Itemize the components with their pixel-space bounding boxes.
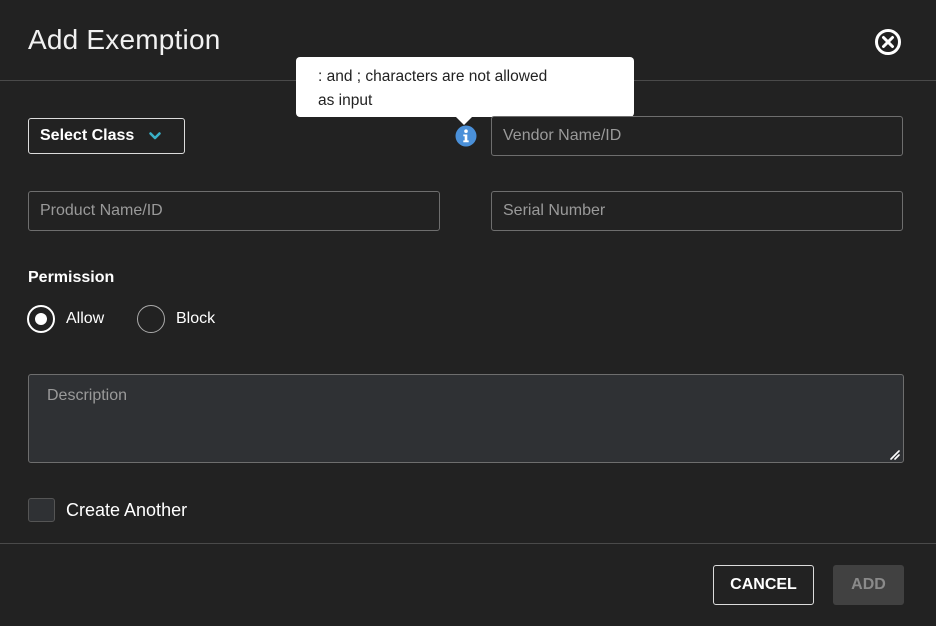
add-button[interactable]: ADD	[833, 565, 904, 605]
close-icon[interactable]	[874, 28, 902, 56]
select-class-dropdown[interactable]: Select Class	[28, 118, 185, 154]
dialog-title: Add Exemption	[28, 24, 221, 55]
description-textarea[interactable]	[28, 374, 904, 463]
product-name-input[interactable]	[28, 191, 440, 231]
create-another-label: Create Another	[66, 499, 188, 520]
chevron-down-icon	[149, 132, 162, 140]
resize-grip-icon[interactable]	[889, 449, 900, 460]
info-tooltip: : and ; characters are not allowed as in…	[296, 57, 634, 125]
permission-allow-radio[interactable]: Allow	[27, 305, 104, 333]
tooltip-line-1: : and ; characters are not allowed	[318, 68, 548, 85]
serial-number-input[interactable]	[491, 191, 903, 231]
tooltip-line-2: as input	[318, 92, 373, 109]
radio-allow-circle[interactable]	[27, 305, 55, 333]
radio-block-circle[interactable]	[137, 305, 165, 333]
add-exemption-dialog: Add Exemption : and ; characters are not…	[0, 0, 936, 626]
create-another-box[interactable]	[28, 498, 55, 522]
cancel-button[interactable]: CANCEL	[713, 565, 814, 605]
permission-block-radio[interactable]: Block	[137, 305, 215, 333]
select-class-label: Select Class	[40, 127, 135, 144]
info-icon[interactable]	[455, 125, 477, 147]
radio-allow-label: Allow	[66, 310, 105, 327]
radio-block-label: Block	[176, 310, 216, 327]
permission-label: Permission	[28, 269, 115, 286]
vendor-name-input[interactable]	[491, 116, 903, 156]
create-another-checkbox[interactable]: Create Another	[28, 498, 187, 522]
